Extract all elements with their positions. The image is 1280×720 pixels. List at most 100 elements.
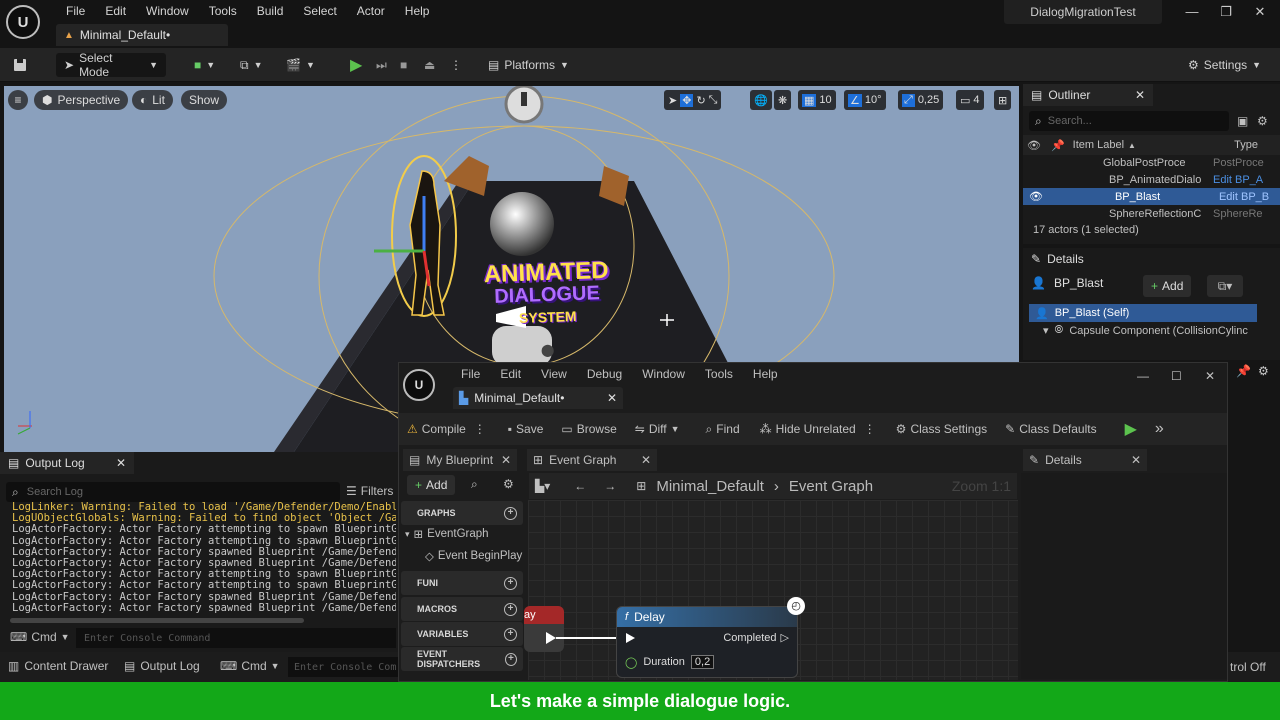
menu-window[interactable]: Window xyxy=(136,3,199,19)
angle-snap[interactable]: ∠ 10° xyxy=(844,90,886,110)
browse-button[interactable]: ▭ Browse xyxy=(561,422,616,436)
my-blueprint-tab[interactable]: ▤ My Blueprint ✕ xyxy=(403,449,517,471)
bp-menu-tools[interactable]: Tools xyxy=(695,367,743,381)
compile-button[interactable]: ⚠ Compile ⋮ xyxy=(407,422,486,436)
add-variable-icon[interactable]: + xyxy=(504,627,517,641)
filters-button[interactable]: ☰ Filters xyxy=(346,484,393,498)
menu-tools[interactable]: Tools xyxy=(199,3,247,19)
table-row[interactable]: SphereReflectionC SphereRe xyxy=(1023,205,1280,222)
bp-menu-help[interactable]: Help xyxy=(743,367,788,381)
restore-icon[interactable]: ☐ xyxy=(1171,369,1182,383)
close-icon[interactable]: ✕ xyxy=(1250,4,1270,20)
bp-add-button[interactable]: + Add xyxy=(407,475,456,495)
search-icon[interactable]: ⌕ xyxy=(471,477,478,492)
delay-node[interactable]: f Delay Completed ▷ ◯ Duration 0,2 xyxy=(616,606,798,678)
close-icon[interactable]: ✕ xyxy=(1205,369,1215,383)
event-graph-tab[interactable]: ⊞ Event Graph ✕ xyxy=(527,449,657,471)
stop-icon[interactable]: ■ xyxy=(400,53,407,77)
bp-menu-edit[interactable]: Edit xyxy=(490,367,531,381)
table-row[interactable]: BP_AnimatedDialo Edit BP_A xyxy=(1023,171,1280,188)
pin-icon[interactable]: 📌 xyxy=(1236,364,1251,378)
back-arrow-icon[interactable]: ← xyxy=(574,479,586,493)
details-tab[interactable]: ✎ Details xyxy=(1023,248,1280,270)
exec-in-pin[interactable] xyxy=(625,632,637,644)
component-self[interactable]: 👤 BP_Blast (Self) xyxy=(1029,304,1257,322)
cinematics-icon[interactable]: 🎬 ▼ xyxy=(286,53,315,77)
viewport-menu-icon[interactable]: ≡ xyxy=(8,90,28,110)
platforms-dropdown[interactable]: ▤ Platforms ▼ xyxy=(488,53,569,77)
outliner-search[interactable]: ⌕ Search... xyxy=(1029,111,1229,131)
diff-button[interactable]: ⇋ Diff ▼ xyxy=(635,422,680,436)
output-log-button[interactable]: ▤ Output Log xyxy=(124,659,200,673)
graphs-section[interactable]: GRAPHS + xyxy=(401,501,523,525)
restore-icon[interactable]: ❐ xyxy=(1216,4,1236,20)
add-dispatcher-icon[interactable]: + xyxy=(504,652,517,666)
gear-icon[interactable]: ⚙ xyxy=(1258,364,1269,378)
close-icon[interactable]: ✕ xyxy=(607,391,617,405)
col-item-label[interactable]: Item Label xyxy=(1073,139,1124,151)
close-icon[interactable]: ✕ xyxy=(116,456,126,470)
bp-doc-tab[interactable]: ▙ Minimal_Default• ✕ xyxy=(453,387,623,409)
close-icon[interactable]: ✕ xyxy=(501,453,511,467)
gear-icon[interactable]: ⚙ xyxy=(503,477,514,491)
transform-tools[interactable]: ➤ ✥ ↻ ⤡ xyxy=(664,90,722,110)
event-graph-item[interactable]: ▾ ⊞ EventGraph xyxy=(405,527,489,541)
variables-section[interactable]: VARIABLES + xyxy=(401,622,523,646)
folder-icon[interactable]: ▣ xyxy=(1237,114,1248,128)
layout-icon[interactable]: ⊞ xyxy=(994,90,1012,110)
log-search[interactable]: ⌕ Search Log xyxy=(6,482,340,502)
settings-dropdown[interactable]: ⚙ Settings ▼ xyxy=(1188,53,1261,77)
table-row[interactable]: GlobalPostProce PostProce xyxy=(1023,154,1280,171)
completed-pin[interactable]: Completed ▷ xyxy=(723,631,789,645)
console-input[interactable]: Enter Console Com xyxy=(288,657,398,677)
close-icon[interactable]: ✕ xyxy=(641,453,651,467)
content-drawer-button[interactable]: ▥ Content Drawer xyxy=(8,659,108,673)
bp-details-tab[interactable]: ✎ Details ✕ xyxy=(1023,449,1147,471)
menu-build[interactable]: Build xyxy=(247,3,294,19)
begin-play-item[interactable]: ◇ Event BeginPlay xyxy=(425,549,522,563)
blueprints-icon[interactable]: ⧉ ▼ xyxy=(240,53,263,77)
add-graph-icon[interactable]: + xyxy=(504,506,517,520)
add-component-button[interactable]: + Add xyxy=(1143,275,1192,297)
macros-section[interactable]: MACROS + xyxy=(401,597,523,621)
find-button[interactable]: ⌕ Find xyxy=(706,422,740,437)
bp-menu-file[interactable]: File xyxy=(451,367,490,381)
outliner-tab[interactable]: ▤ Outliner ✕ xyxy=(1023,84,1153,106)
component-capsule[interactable]: ▾ ⦾ Capsule Component (CollisionCylinc xyxy=(1043,324,1248,337)
step-icon[interactable]: ⏭ xyxy=(376,53,387,77)
class-settings-button[interactable]: ⚙ Class Settings xyxy=(896,422,987,436)
col-type[interactable]: Type xyxy=(1234,139,1258,151)
show-button[interactable]: Show xyxy=(181,90,228,110)
close-icon[interactable]: ✕ xyxy=(1135,88,1145,102)
camera-speed[interactable]: ▭ 4 xyxy=(956,90,984,110)
more-options-icon[interactable]: ⋮ xyxy=(864,422,876,436)
duration-input[interactable]: 0,2 xyxy=(690,655,715,669)
lit-button[interactable]: ◐ Lit xyxy=(132,90,173,110)
minimize-icon[interactable]: — xyxy=(1182,4,1202,19)
add-macro-icon[interactable]: + xyxy=(504,602,517,616)
add-function-icon[interactable]: + xyxy=(504,576,517,590)
cmd-dropdown[interactable]: ⌨ Cmd ▼ xyxy=(220,659,280,673)
bp-menu-view[interactable]: View xyxy=(531,367,577,381)
output-log-tab[interactable]: ▤ Output Log ✕ xyxy=(0,452,134,474)
menu-help[interactable]: Help xyxy=(395,3,440,19)
hide-unrelated-button[interactable]: ⁂ Hide Unrelated ⋮ xyxy=(760,422,876,436)
exec-out-pin[interactable]: ▷ xyxy=(781,631,789,644)
expand-toolbar-icon[interactable]: » xyxy=(1155,420,1164,438)
save-icon[interactable] xyxy=(12,53,28,77)
forward-arrow-icon[interactable]: → xyxy=(604,479,616,493)
menu-actor[interactable]: Actor xyxy=(347,3,395,19)
level-tab[interactable]: ▲ Minimal_Default• xyxy=(56,24,228,46)
unreal-logo[interactable]: U xyxy=(403,369,435,401)
functions-section[interactable]: FUNI + xyxy=(401,571,523,595)
scale-snap[interactable]: ⤢ 0,25 xyxy=(898,90,944,110)
bookmark-icon[interactable]: ▙▾ xyxy=(535,479,550,493)
unreal-logo[interactable]: U xyxy=(6,5,40,39)
menu-edit[interactable]: Edit xyxy=(95,3,136,19)
play-button[interactable]: ▶ xyxy=(1125,419,1137,439)
breadcrumb-root[interactable]: Minimal_Default xyxy=(656,478,764,495)
log-scrollbar[interactable] xyxy=(10,618,304,623)
more-options-icon[interactable]: ⋮ xyxy=(450,53,462,77)
bp-menu-debug[interactable]: Debug xyxy=(577,367,632,381)
play-button[interactable]: ▶ xyxy=(350,53,362,77)
